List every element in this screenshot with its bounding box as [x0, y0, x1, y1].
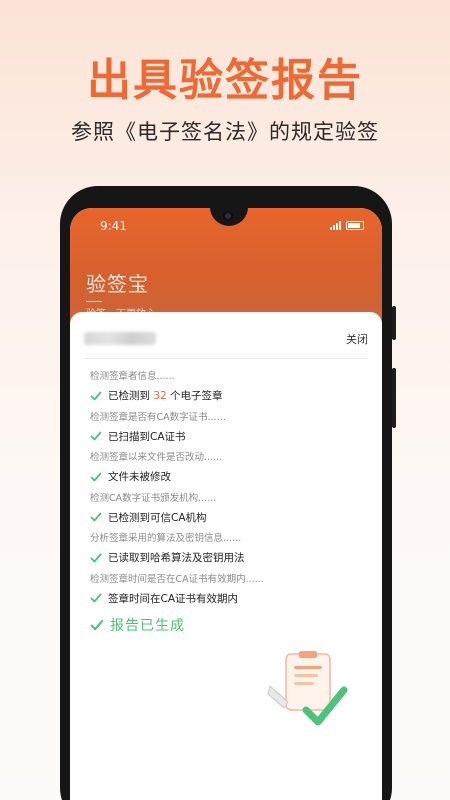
signature-count: 32 [153, 390, 167, 402]
step-result-text: 已扫描到CA证书 [108, 430, 186, 443]
step-description: 检测签章时间是否在CA证书有效期内...... [90, 573, 264, 585]
step-item: 检测签章者信息...... 已检测到 32 个电子签章 [90, 370, 366, 411]
check-icon [90, 391, 102, 400]
check-icon [90, 431, 102, 441]
step-description: 检测签章者信息...... [90, 371, 175, 382]
step-result-text: 已检测到 32 个电子签章 [108, 388, 223, 403]
step-result: 已扫描到CA证书 [90, 429, 366, 444]
battery-icon [346, 220, 364, 230]
phone-frame: 9:41 验签宝 验签，下更放心 关闭 检测签章者信息...... [60, 186, 392, 800]
step-result: 已检测到可信CA机构 [90, 510, 366, 525]
report-generated-label: 报告已生成 [110, 618, 185, 634]
step-description: 分析签章采用的算法及密钥信息...... [90, 533, 242, 544]
check-icon [90, 512, 102, 522]
phone-screen: 9:41 验签宝 验签，下更放心 关闭 检测签章者信息...... [70, 208, 382, 800]
step-result: 已检测到 32 个电子签章 [90, 388, 366, 403]
signal-icon [330, 220, 341, 230]
step-item: 分析签章采用的算法及密钥信息...... 已读取到哈希算法及密钥用法 [90, 532, 366, 573]
step-result-text: 签章时间在CA证书有效期内 [108, 592, 239, 605]
step-description: 检测签章是否有CA数字证书...... [90, 411, 226, 423]
check-icon [90, 619, 104, 631]
step-item: 检测CA数字证书颁发机构...... 已检测到可信CA机构 [90, 492, 366, 533]
result-prefix: 已检测到 [108, 390, 154, 402]
status-icons [330, 220, 364, 230]
blurred-file-name [84, 332, 156, 345]
app-title: 验签宝 [86, 272, 149, 296]
step-result-text: 文件未被修改 [108, 471, 171, 483]
step-description: 检测签章以来文件是否改动...... [90, 452, 223, 463]
report-generated: 报告已生成 [90, 615, 366, 635]
check-icon [90, 553, 102, 562]
step-result: 文件未被修改 [90, 469, 366, 484]
sheet-header: 关闭 [84, 328, 368, 348]
phone-side-button [392, 368, 396, 428]
step-item: 检测签章是否有CA数字证书...... 已扫描到CA证书 [90, 411, 366, 452]
hero-title: 出具验签报告 [87, 55, 363, 106]
divider [84, 358, 368, 359]
hero-subtitle: 参照《电子签名法》的规定验签 [71, 120, 379, 144]
result-suffix: 个电子签章 [166, 390, 223, 402]
verification-steps: 检测签章者信息...... 已检测到 32 个电子签章 检测签章是否有CA数字证… [90, 370, 366, 635]
report-document-icon [267, 651, 348, 726]
step-result-text: 已读取到哈希算法及密钥用法 [108, 552, 245, 564]
camera-icon [223, 211, 233, 221]
phone-side-button [392, 306, 396, 340]
step-result: 签章时间在CA证书有效期内 [90, 591, 366, 606]
check-icon [90, 472, 102, 481]
step-description: 检测CA数字证书颁发机构...... [90, 492, 217, 504]
step-item: 检测签章时间是否在CA证书有效期内...... 签章时间在CA证书有效期内 [90, 573, 366, 614]
title-underline [86, 301, 102, 302]
step-item: 检测签章以来文件是否改动...... 文件未被修改 [90, 451, 366, 492]
close-button[interactable]: 关闭 [346, 331, 368, 347]
verification-sheet: 关闭 检测签章者信息...... 已检测到 32 个电子签章 检测签章是否有CA… [70, 312, 382, 800]
check-icon [90, 593, 102, 603]
status-time: 9:41 [100, 219, 127, 233]
step-result: 已读取到哈希算法及密钥用法 [90, 550, 366, 565]
step-result-text: 已检测到可信CA机构 [108, 511, 207, 524]
